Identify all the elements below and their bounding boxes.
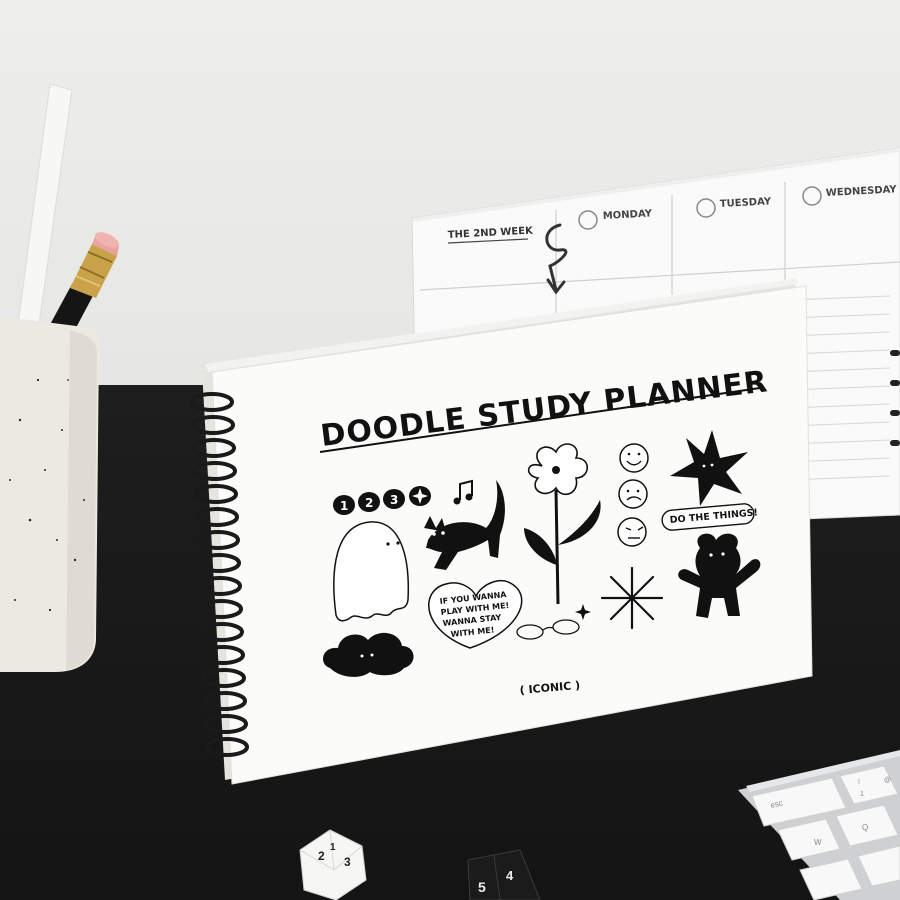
black-die: 5 4	[467, 849, 541, 900]
sticker-2: 2	[365, 496, 373, 510]
sticker-3: 3	[390, 493, 398, 507]
planner-cover: DOODLE STUDY PLANNER 1 2 3 DO THE THINGS…	[190, 278, 813, 785]
ghost-icon	[333, 521, 410, 622]
black-die-face-b: 4	[506, 868, 514, 883]
photo-scene: THE 2ND WEEK MONDAY TUESDAY WEDNESDAY DO…	[0, 0, 900, 900]
key-q-label: Q	[862, 823, 868, 832]
scene-illustration: THE 2ND WEEK MONDAY TUESDAY WEDNESDAY DO…	[0, 83, 900, 900]
white-die-face-a: 2	[318, 849, 325, 863]
white-die-face-c: 1	[330, 842, 336, 853]
sticker-1: 1	[340, 499, 348, 513]
black-die-face-a: 5	[478, 879, 486, 895]
white-die-face-b: 3	[344, 855, 351, 869]
smile-face-icon	[619, 443, 649, 473]
key-at-label: @	[884, 777, 891, 784]
face-doodles	[617, 443, 649, 547]
key-w-label: W	[814, 838, 822, 847]
keyboard: esc ! 1 @ Q W	[738, 750, 900, 900]
key-1-label: 1	[860, 791, 864, 798]
pencil-cup	[0, 83, 120, 672]
angry-face-icon	[617, 517, 647, 547]
sad-face-icon	[618, 479, 648, 509]
asterisk-icon	[600, 566, 664, 630]
key-excl-label: !	[858, 779, 860, 786]
white-die: 2 3 1	[299, 829, 367, 900]
